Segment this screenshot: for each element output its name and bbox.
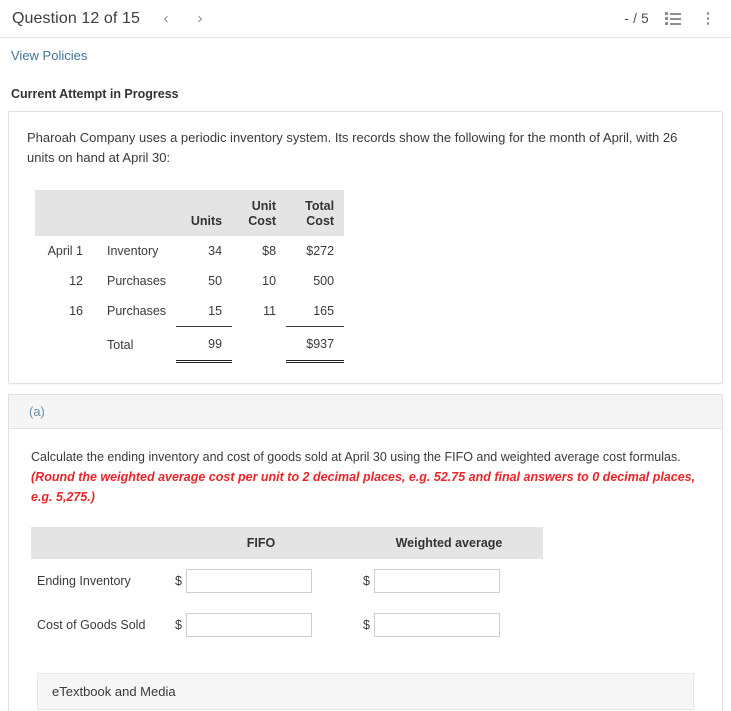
answer-table-header: FIFO Weighted average [31, 527, 543, 560]
currency-symbol: $ [363, 618, 370, 633]
page-title: Question 12 of 15 [12, 9, 141, 27]
total-description: Total [107, 337, 134, 352]
table-row: 16 Purchases 15 11 165 [35, 296, 345, 328]
view-policies-link[interactable]: View Policies [11, 48, 87, 63]
answer-cell-fifo: $ [167, 559, 355, 603]
ending-inventory-fifo-input[interactable] [185, 569, 312, 594]
ending-inventory-weighted-average-input[interactable] [373, 569, 500, 594]
score-display: - / 5 [624, 11, 649, 26]
row-unit-cost: 10 [262, 274, 277, 289]
currency-symbol: $ [363, 574, 370, 589]
row-units: 34 [208, 244, 223, 259]
table-row: April 1 Inventory 34 $8 $272 [35, 236, 344, 266]
row-total-cost: 500 [313, 274, 335, 289]
row-description: Purchases [107, 274, 167, 289]
list-icon[interactable] [665, 10, 683, 28]
cost-of-goods-sold-fifo-input[interactable] [185, 613, 312, 638]
row-date: April 1 [47, 244, 83, 259]
header-right-group: - / 5 [624, 10, 717, 28]
answer-header-blank [31, 527, 167, 560]
answer-header-weighted-average: Weighted average [355, 527, 543, 560]
etextbook-and-media-button[interactable]: eTextbook and Media [37, 673, 694, 711]
inventory-table: Units Unit Cost Total Cost April 1 Inven… [35, 190, 345, 364]
answer-row-ending-inventory: Ending Inventory $ $ [31, 559, 543, 603]
header-total-cost-line2: Cost [306, 213, 335, 228]
header-total-cost-line1: Total [305, 199, 335, 214]
part-a-body: Calculate the ending inventory and cost … [9, 429, 722, 711]
answer-cell-weighted: $ [355, 559, 543, 603]
question-header: Question 12 of 15 ‹ › - / 5 [0, 0, 731, 38]
part-a-card: (a) Calculate the ending inventory and c… [8, 394, 723, 711]
currency-symbol: $ [175, 574, 182, 589]
inventory-table-header: Units Unit Cost Total Cost [35, 190, 345, 237]
header-unit-cost-line2: Cost [248, 213, 277, 228]
current-attempt-label: Current Attempt in Progress [11, 87, 179, 101]
answer-row-cost-of-goods-sold: Cost of Goods Sold $ $ [31, 603, 543, 647]
table-header-row: Units Unit Cost Total Cost [35, 190, 345, 237]
row-total-cost: 165 [286, 296, 345, 328]
question-card: Pharoah Company uses a periodic inventor… [8, 111, 723, 385]
instruction-main-text: Calculate the ending inventory and cost … [31, 450, 681, 465]
part-a-instruction: Calculate the ending inventory and cost … [31, 447, 700, 507]
question-card-body: Pharoah Company uses a periodic inventor… [9, 112, 722, 383]
header-unit-cost-line1: Unit [251, 199, 277, 214]
header-units: Units [176, 190, 233, 237]
header-date [35, 190, 93, 237]
answer-cell-fifo: $ [167, 603, 355, 647]
row-date: 16 [69, 304, 83, 319]
table-total-row: Total 99 $937 [35, 326, 345, 364]
row-description: Inventory [107, 244, 159, 259]
table-row: 12 Purchases 50 10 500 [35, 266, 344, 296]
answer-header-fifo: FIFO [167, 527, 355, 560]
row-units: 50 [208, 274, 223, 289]
inventory-table-body: April 1 Inventory 34 $8 $272 12 Purchase… [35, 236, 345, 364]
total-date [35, 327, 93, 362]
row-unit-cost: 11 [263, 304, 277, 319]
answer-cell-weighted: $ [355, 603, 543, 647]
cost-of-goods-sold-weighted-average-input[interactable] [373, 613, 500, 638]
row-description: Purchases [107, 304, 167, 319]
row-date: 12 [69, 274, 83, 289]
policies-area: View Policies [0, 38, 731, 65]
answer-row-label: Cost of Goods Sold [37, 618, 146, 633]
question-navigation: ‹ › [158, 10, 208, 28]
header-unit-cost: Unit Cost [232, 190, 287, 237]
currency-symbol: $ [175, 618, 182, 633]
row-units: 15 [176, 296, 233, 328]
answer-header-row: FIFO Weighted average [31, 527, 543, 560]
answer-row-label: Ending Inventory [37, 574, 131, 589]
row-total-cost: $272 [306, 244, 335, 259]
chevron-left-icon[interactable]: ‹ [158, 10, 174, 28]
total-total-cost: $937 [286, 326, 345, 364]
row-unit-cost: $8 [262, 244, 277, 259]
header-description [93, 190, 177, 237]
total-units: 99 [176, 326, 233, 364]
answer-table: FIFO Weighted average Ending Inventory $ [31, 527, 543, 647]
instruction-warning-text: (Round the weighted average cost per uni… [31, 470, 696, 505]
part-a-label: (a) [9, 395, 722, 430]
header-total-cost: Total Cost [286, 190, 345, 237]
answer-table-body: Ending Inventory $ $ Cost of Goods Sold … [31, 559, 543, 647]
chevron-right-icon[interactable]: › [192, 10, 208, 28]
total-unit-cost [232, 327, 286, 362]
question-prompt: Pharoah Company uses a periodic inventor… [27, 130, 678, 166]
kebab-menu-icon[interactable] [699, 10, 717, 28]
